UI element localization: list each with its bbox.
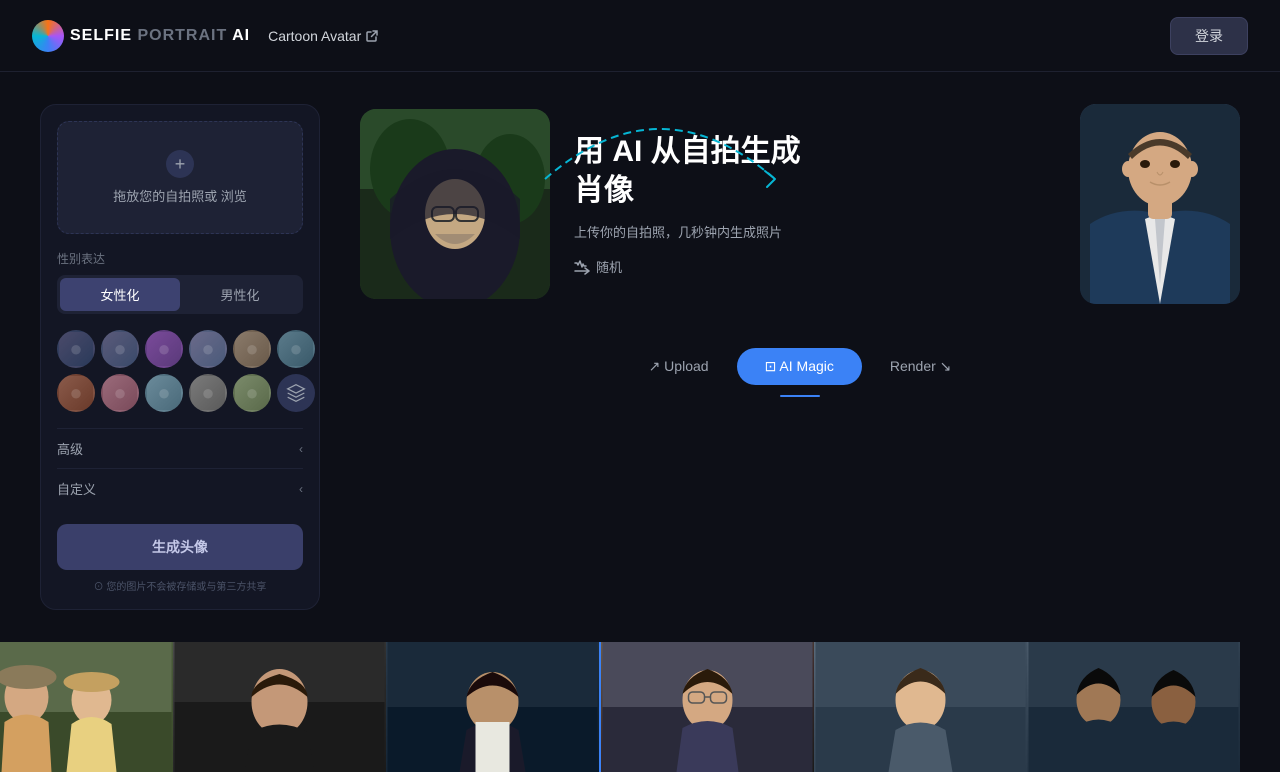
gender-male-btn[interactable]: 男性化 xyxy=(180,278,300,311)
custom-label: 自定义 xyxy=(57,479,96,498)
tab-ai-magic-label: ⊡ AI Magic xyxy=(765,358,834,375)
gender-female-btn[interactable]: 女性化 xyxy=(60,278,180,311)
gallery-item-4 xyxy=(601,642,814,772)
hero-photo-svg xyxy=(360,109,550,299)
hero-heading: 用 AI 从自拍生成 肖像 xyxy=(574,132,1056,210)
tabs-section: ↗ Upload ⊡ AI Magic Render ↘ xyxy=(621,336,980,389)
style-avatar-5[interactable] xyxy=(233,330,271,368)
tab-render[interactable]: Render ↘ xyxy=(862,348,980,385)
hero-result-photo xyxy=(1080,104,1240,304)
random-label: 随机 xyxy=(596,257,622,276)
hero-subtitle: 上传你的自拍照，几秒钟内生成照片 xyxy=(574,222,1056,241)
advanced-label: 高级 xyxy=(57,439,83,458)
gender-toggle: 女性化 男性化 xyxy=(57,275,303,314)
tab-indicator xyxy=(780,395,820,397)
hero-heading-line2: 肖像 xyxy=(574,174,634,207)
style-avatar-11[interactable] xyxy=(233,374,271,412)
random-button[interactable]: 随机 xyxy=(574,257,622,276)
hero-text: 用 AI 从自拍生成 肖像 上传你的自拍照，几秒钟内生成照片 随机 xyxy=(574,112,1056,296)
gallery-img-6 xyxy=(1027,642,1240,772)
style-avatar-7[interactable] xyxy=(57,374,95,412)
advanced-chevron-icon: ‹ xyxy=(299,442,303,456)
gallery-img-5 xyxy=(814,642,1027,772)
gallery-item-3 xyxy=(386,642,599,772)
cartoon-avatar-link[interactable]: Cartoon Avatar xyxy=(268,28,378,44)
logo-text: SELFIE PORTRAIT AI xyxy=(70,27,250,45)
header: SELFIE PORTRAIT AI Cartoon Avatar 登录 xyxy=(0,0,1280,72)
style-avatar-3[interactable] xyxy=(145,330,183,368)
random-icon xyxy=(574,259,590,275)
showcase: 用 AI 从自拍生成 肖像 上传你的自拍照，几秒钟内生成照片 随机 xyxy=(360,104,1240,397)
style-grid xyxy=(57,330,303,412)
custom-row[interactable]: 自定义 ‹ xyxy=(57,468,303,508)
custom-chevron-icon: ‹ xyxy=(299,482,303,496)
style-avatar-3d[interactable] xyxy=(277,374,315,412)
logo-selfie: SELFIE xyxy=(70,27,132,44)
style-avatar-8[interactable] xyxy=(101,374,139,412)
style-avatar-6[interactable] xyxy=(277,330,315,368)
upload-plus-icon: + xyxy=(166,150,194,178)
login-button[interactable]: 登录 xyxy=(1170,17,1248,55)
nav-link-label: Cartoon Avatar xyxy=(268,28,361,44)
gallery-item-1 xyxy=(0,642,173,772)
tab-render-label: Render ↘ xyxy=(890,358,952,375)
style-avatar-2[interactable] xyxy=(101,330,139,368)
disclaimer-text: ⊙ 您的图片不会被存储或与第三方共享 xyxy=(57,578,303,593)
logo-ai: AI xyxy=(227,27,250,44)
gallery-item-6 xyxy=(1027,642,1240,772)
upload-text: 拖放您的自拍照或 浏览 xyxy=(74,186,286,205)
left-panel: + 拖放您的自拍照或 浏览 性别表达 女性化 男性化 xyxy=(40,104,320,610)
tab-upload[interactable]: ↗ Upload xyxy=(621,348,737,385)
logo-area: SELFIE PORTRAIT AI Cartoon Avatar xyxy=(32,20,378,52)
main-content: + 拖放您的自拍照或 浏览 性别表达 女性化 男性化 xyxy=(0,72,1280,642)
advanced-row[interactable]: 高级 ‹ xyxy=(57,428,303,468)
gallery-item-5 xyxy=(814,642,1027,772)
hero-result-svg xyxy=(1080,104,1240,304)
tab-upload-label: ↗ Upload xyxy=(649,358,709,375)
hero-input-photo xyxy=(360,109,550,299)
hero-photo-inner xyxy=(360,109,550,299)
style-avatar-1[interactable] xyxy=(57,330,95,368)
logo[interactable]: SELFIE PORTRAIT AI xyxy=(32,20,250,52)
gallery-img-4 xyxy=(601,642,814,772)
style-avatar-4[interactable] xyxy=(189,330,227,368)
style-avatar-9[interactable] xyxy=(145,374,183,412)
hero-heading-line1: 用 AI 从自拍生成 xyxy=(574,135,801,168)
gallery-item-2 xyxy=(173,642,386,772)
gallery-img-2 xyxy=(173,642,386,772)
hero-section: 用 AI 从自拍生成 肖像 上传你的自拍照，几秒钟内生成照片 随机 xyxy=(360,104,1240,304)
gallery xyxy=(0,642,1240,772)
logo-icon xyxy=(32,20,64,52)
tab-ai-magic[interactable]: ⊡ AI Magic xyxy=(737,348,862,385)
generate-button[interactable]: 生成头像 xyxy=(57,524,303,570)
logo-portrait: PORTRAIT xyxy=(132,27,227,44)
tabs-wrapper: ↗ Upload ⊡ AI Magic Render ↘ xyxy=(360,328,1240,397)
gallery-img-3 xyxy=(386,642,599,772)
style-avatar-10[interactable] xyxy=(189,374,227,412)
external-link-icon xyxy=(366,30,378,42)
gallery-img-1 xyxy=(0,642,173,772)
gender-label: 性别表达 xyxy=(57,250,303,267)
upload-area[interactable]: + 拖放您的自拍照或 浏览 xyxy=(57,121,303,234)
